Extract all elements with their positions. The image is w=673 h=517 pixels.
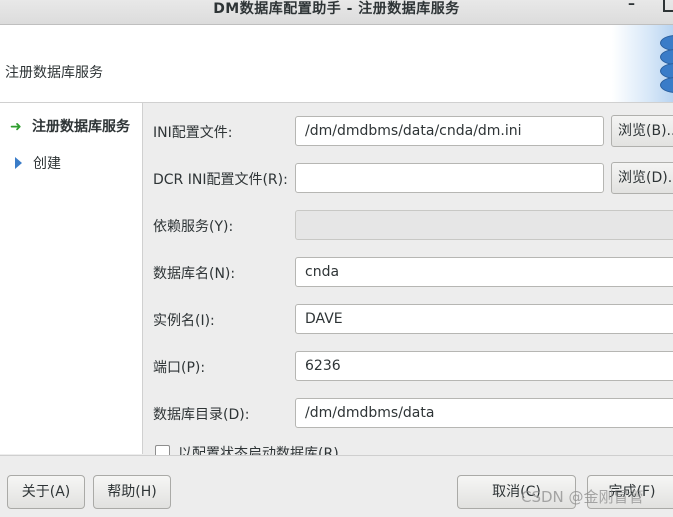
watermark-text: CSDN @金刚冒管 xyxy=(521,488,644,506)
register-service-form: INI配置文件: 浏览(B)... DCR INI配置文件(R): 浏览(D).… xyxy=(143,103,673,462)
title-bar: DM数据库配置助手 - 注册数据库服务 – xyxy=(0,0,673,25)
port-input[interactable] xyxy=(295,351,673,381)
window-title: DM数据库配置助手 - 注册数据库服务 xyxy=(213,1,460,17)
port-label: 端口(P): xyxy=(153,360,206,376)
sidebar-item-create[interactable]: 创建 xyxy=(10,153,61,173)
instance-name-label: 实例名(I): xyxy=(153,313,215,329)
db-dir-input[interactable] xyxy=(295,398,673,428)
browse-ini-button[interactable]: 浏览(B)... xyxy=(611,115,673,147)
depend-service-input xyxy=(295,210,673,240)
depend-service-label: 依赖服务(Y): xyxy=(153,219,234,235)
instance-name-input[interactable] xyxy=(295,304,673,334)
minimize-button[interactable]: – xyxy=(628,0,635,16)
ini-file-label: INI配置文件: xyxy=(153,125,233,141)
page-header: 注册数据库服务 xyxy=(0,25,673,103)
sidebar-item-label: 注册数据库服务 xyxy=(32,119,130,135)
sidebar-item-register-service[interactable]: ➜ 注册数据库服务 xyxy=(10,116,130,136)
arrow-right-icon: ➜ xyxy=(10,119,22,135)
dcr-ini-file-input[interactable] xyxy=(295,163,604,193)
maximize-button[interactable] xyxy=(663,0,673,12)
steps-sidebar: ➜ 注册数据库服务 创建 xyxy=(0,103,143,454)
sidebar-item-label: 创建 xyxy=(33,156,61,172)
database-icon xyxy=(612,25,673,102)
db-dir-label: 数据库目录(D): xyxy=(153,407,250,423)
triangle-right-icon xyxy=(15,157,22,169)
db-name-input[interactable] xyxy=(295,257,673,287)
dcr-ini-file-label: DCR INI配置文件(R): xyxy=(153,172,288,188)
ini-file-input[interactable] xyxy=(295,116,604,146)
about-button[interactable]: 关于(A) xyxy=(7,475,85,509)
help-button[interactable]: 帮助(H) xyxy=(93,475,171,509)
browse-dcr-button[interactable]: 浏览(D)... xyxy=(611,162,673,194)
db-name-label: 数据库名(N): xyxy=(153,266,236,282)
page-title: 注册数据库服务 xyxy=(5,65,103,81)
